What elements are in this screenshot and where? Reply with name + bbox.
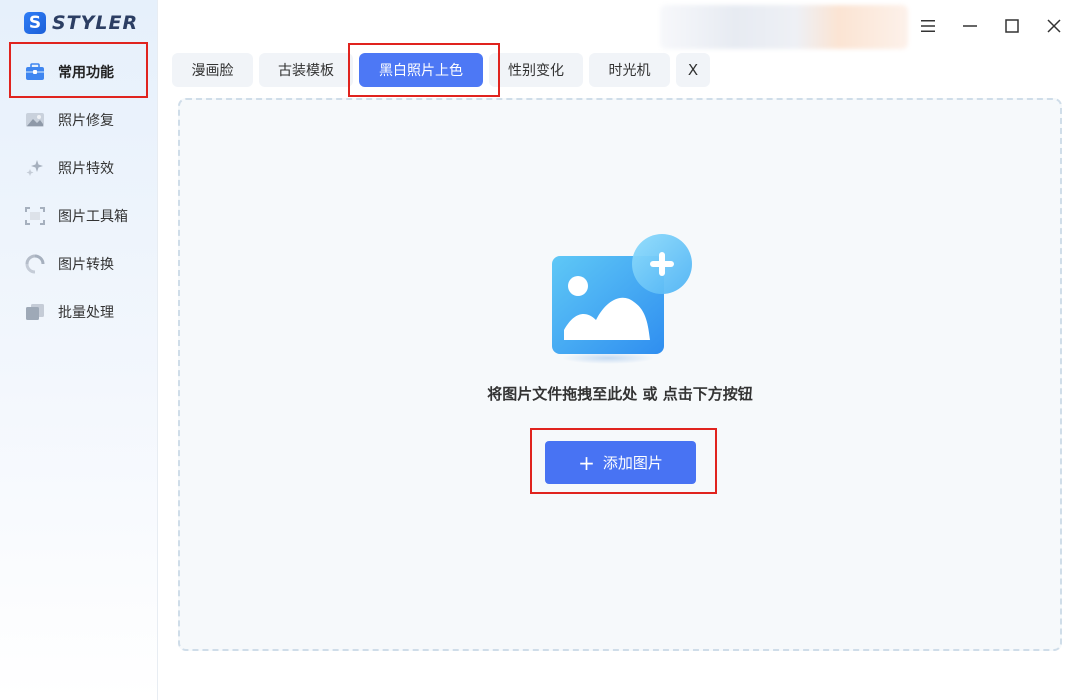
image-drop-zone[interactable]: 将图片文件拖拽至此处 或 点击下方按钮 + 添加图片 [178, 98, 1062, 651]
convert-icon [24, 254, 46, 274]
maximize-icon [1005, 19, 1019, 33]
feature-tabs: 漫画脸 古装模板 黑白照片上色 性别变化 时光机 X [172, 53, 710, 87]
sidebar-item-batch-processing[interactable]: 批量处理 [0, 288, 158, 336]
sidebar-item-common-functions[interactable]: 常用功能 [0, 48, 158, 96]
tabs-close-button[interactable]: X [676, 53, 710, 87]
sidebar-item-label: 图片工具箱 [58, 209, 128, 225]
sidebar-item-label: 批量处理 [58, 305, 114, 321]
sidebar-item-photo-repair[interactable]: 照片修复 [0, 96, 158, 144]
sidebar: S STYLER 常用功能 照片修复 照片特效 图片工具箱 图片转换 批量处理 [0, 0, 158, 700]
app-brand-name: STYLER [52, 12, 139, 34]
minimize-button[interactable] [956, 12, 984, 40]
sparkle-icon [24, 158, 46, 178]
drop-hint-text: 将图片文件拖拽至此处 或 点击下方按钮 [487, 385, 753, 403]
brand: S STYLER [24, 11, 138, 35]
photo-icon [24, 110, 46, 130]
maximize-button[interactable] [998, 12, 1026, 40]
sidebar-item-image-convert[interactable]: 图片转换 [0, 240, 158, 288]
toolbox-icon [24, 62, 46, 82]
sidebar-item-image-toolbox[interactable]: 图片工具箱 [0, 192, 158, 240]
add-image-illustration-icon [550, 234, 694, 364]
tab-gender-swap[interactable]: 性别变化 [489, 53, 583, 87]
close-window-button[interactable] [1040, 12, 1068, 40]
tab-manga-face[interactable]: 漫画脸 [172, 53, 253, 87]
sidebar-item-label: 常用功能 [58, 65, 114, 81]
sidebar-nav: 常用功能 照片修复 照片特效 图片工具箱 图片转换 批量处理 [0, 48, 158, 336]
minimize-icon [963, 25, 977, 27]
plus-icon: + [578, 450, 595, 475]
title-bar-blurred-area [660, 5, 908, 49]
add-image-label: 添加图片 [602, 454, 663, 472]
add-image-button[interactable]: + 添加图片 [545, 441, 696, 484]
menu-button[interactable] [914, 12, 942, 40]
sidebar-item-label: 照片修复 [58, 113, 114, 129]
tab-ancient-costume[interactable]: 古装模板 [259, 53, 353, 87]
app-logo-icon: S [24, 12, 46, 34]
sidebar-item-label: 照片特效 [58, 161, 114, 177]
crop-frame-icon [24, 206, 46, 226]
sidebar-item-label: 图片转换 [58, 257, 114, 273]
sidebar-item-photo-effects[interactable]: 照片特效 [0, 144, 158, 192]
close-icon [1047, 19, 1061, 33]
hamburger-icon [921, 20, 935, 32]
stack-icon [24, 302, 46, 322]
tab-colorize-bw-photo[interactable]: 黑白照片上色 [359, 53, 483, 87]
tab-time-machine[interactable]: 时光机 [589, 53, 670, 87]
